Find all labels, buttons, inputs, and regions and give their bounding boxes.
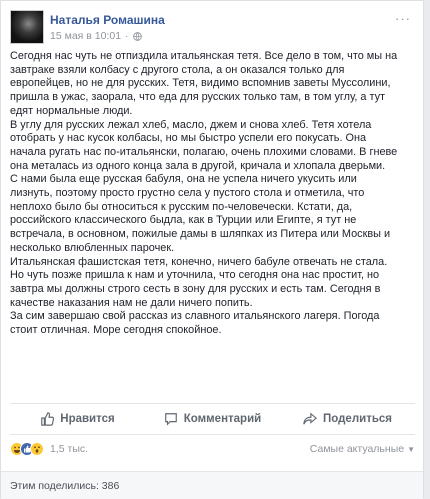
comment-label: Комментарий bbox=[183, 413, 262, 425]
post-paragraph: Итальянская фашистская тетя, конечно, ни… bbox=[10, 255, 388, 309]
reaction-count[interactable]: 1,5 тыс. bbox=[50, 443, 88, 455]
wow-icon[interactable] bbox=[30, 442, 44, 456]
share-button[interactable]: Поделиться bbox=[280, 412, 415, 426]
author-name[interactable]: Наталья Ромашина bbox=[50, 13, 165, 27]
comment-sort-dropdown[interactable]: Самые актуальные ▼ bbox=[310, 443, 415, 455]
post-meta: 15 мая в 10:01 · bbox=[50, 30, 142, 42]
separator-dot: · bbox=[125, 30, 129, 42]
post-paragraph: В углу для русских лежал хлеб, масло, дж… bbox=[10, 118, 398, 172]
chevron-down-icon: ▼ bbox=[407, 444, 415, 454]
post-text: Сегодня нас чуть не отпиздила итальянска… bbox=[10, 50, 400, 338]
avatar[interactable] bbox=[10, 10, 44, 44]
more-options-icon[interactable]: ··· bbox=[395, 11, 411, 26]
like-label: Нравится bbox=[60, 413, 115, 425]
thumbs-up-icon bbox=[41, 412, 55, 426]
share-label: Поделиться bbox=[322, 413, 393, 425]
comment-icon bbox=[164, 413, 177, 426]
post-actions: Нравится Комментарий Поделиться bbox=[10, 403, 415, 435]
shares-count[interactable]: Этим поделились: 386 bbox=[10, 480, 119, 492]
sort-label: Самые актуальные bbox=[309, 443, 405, 455]
post-card: Наталья Ромашина 15 мая в 10:01 · ··· Се… bbox=[0, 0, 424, 499]
footer-bar: Этим поделились: 386 bbox=[1, 471, 423, 499]
post-paragraph: Сегодня нас чуть не отпиздила итальянска… bbox=[10, 50, 398, 117]
like-button[interactable]: Нравится bbox=[10, 412, 145, 426]
post-header: Наталья Ромашина 15 мая в 10:01 · ··· bbox=[10, 10, 415, 48]
reactions-bar: 1,5 тыс. Самые актуальные ▼ bbox=[10, 438, 415, 460]
share-icon bbox=[303, 412, 317, 425]
timestamp[interactable]: 15 мая в 10:01 bbox=[50, 30, 121, 42]
comment-button[interactable]: Комментарий bbox=[145, 412, 280, 426]
post-paragraph: С нами была еще русская бабуля, она не у… bbox=[10, 173, 391, 254]
globe-icon bbox=[132, 31, 142, 41]
post-paragraph: За сим завершаю свой рассказ из славного… bbox=[10, 310, 380, 337]
